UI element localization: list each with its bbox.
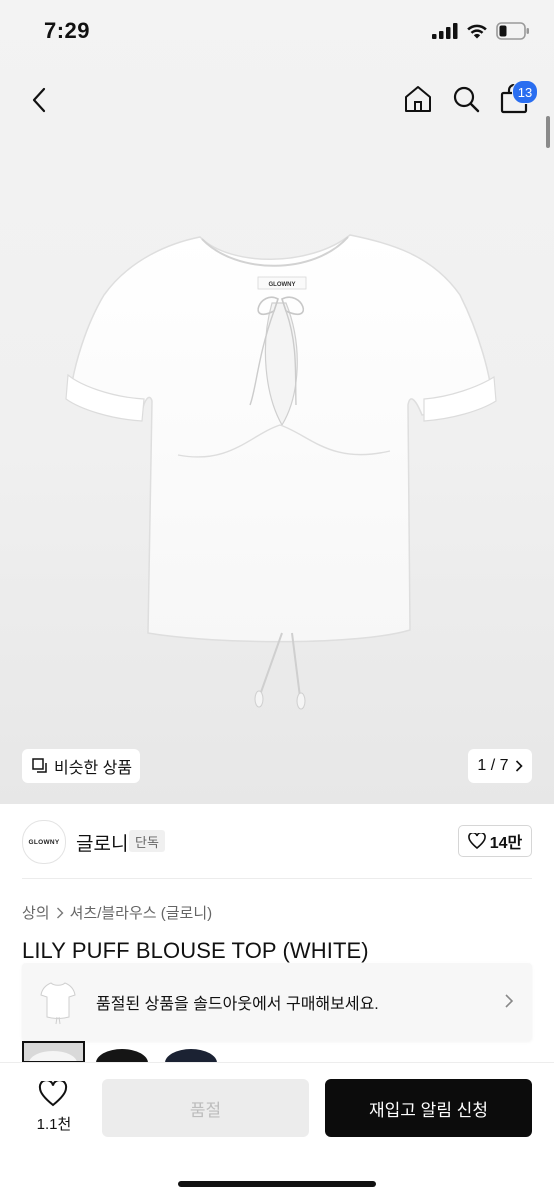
search-button[interactable] <box>449 82 483 116</box>
gallery-page-counter[interactable]: 1 / 7 <box>468 749 532 783</box>
page-counter-text: 1 / 7 <box>477 757 509 774</box>
exclusive-tag: 단독 <box>129 830 165 852</box>
chevron-right-icon <box>505 994 514 1008</box>
wifi-icon <box>467 24 487 39</box>
status-time: 7:29 <box>44 18 91 43</box>
status-bar: 7:29 <box>0 0 554 66</box>
battery-icon <box>496 22 529 40</box>
product-title: LILY PUFF BLOUSE TOP (WHITE) <box>22 938 369 963</box>
search-icon <box>453 86 480 113</box>
brand-logo[interactable]: GLOWNY <box>22 820 66 864</box>
signal-icon <box>432 23 458 39</box>
cart-count-badge: 13 <box>512 80 538 104</box>
restock-alert-button[interactable]: 재입고 알림 신청 <box>325 1079 532 1137</box>
brand-name[interactable]: 글로니 <box>76 829 128 856</box>
copy-icon <box>32 758 47 773</box>
brand-like-button[interactable]: 14만 <box>458 825 532 857</box>
scroll-indicator[interactable] <box>546 116 550 148</box>
chevron-right-icon <box>56 907 64 918</box>
top-nav <box>0 72 554 128</box>
color-options <box>22 1041 223 1063</box>
product-image[interactable]: GLOWNY <box>60 225 500 725</box>
breadcrumb-category[interactable]: 상의 <box>22 902 50 923</box>
home-icon <box>405 86 431 112</box>
home-indicator[interactable] <box>178 1181 376 1187</box>
color-option-white[interactable] <box>22 1041 85 1063</box>
soldout-button: 품절 <box>102 1079 309 1137</box>
similar-products-label: 비슷한 상품 <box>54 760 133 777</box>
garment-label-text: GLOWNY <box>269 282 296 288</box>
breadcrumb: 상의 셔츠/블라우스 (글로니) <box>22 902 212 923</box>
chevron-right-icon <box>515 760 523 772</box>
brand-like-count: 14만 <box>489 835 523 852</box>
home-button[interactable] <box>401 82 435 116</box>
back-button[interactable] <box>24 84 54 116</box>
breadcrumb-subcategory[interactable]: 셔츠/블라우스 (글로니) <box>70 902 213 923</box>
wishlist-count: 1.1천 <box>36 1116 72 1133</box>
chevron-left-icon <box>32 87 46 113</box>
banner-text: 품절된 상품을 솔드아웃에서 구매해보세요. <box>96 996 379 1013</box>
status-icons <box>432 22 530 40</box>
color-option-black[interactable] <box>91 1041 154 1063</box>
wishlist-heart-icon[interactable] <box>38 1081 68 1107</box>
soldout-market-banner[interactable]: 품절된 상품을 솔드아웃에서 구매해보세요. <box>22 963 532 1041</box>
color-option-navy[interactable] <box>160 1041 223 1063</box>
heart-icon <box>467 833 486 849</box>
similar-products-button[interactable]: 비슷한 상품 <box>22 749 140 783</box>
banner-thumbnail <box>38 978 78 1026</box>
product-gallery[interactable]: 7:29 13 GLOWNY 비슷한 상품 1 / 7 <box>0 0 554 804</box>
divider <box>22 878 532 879</box>
